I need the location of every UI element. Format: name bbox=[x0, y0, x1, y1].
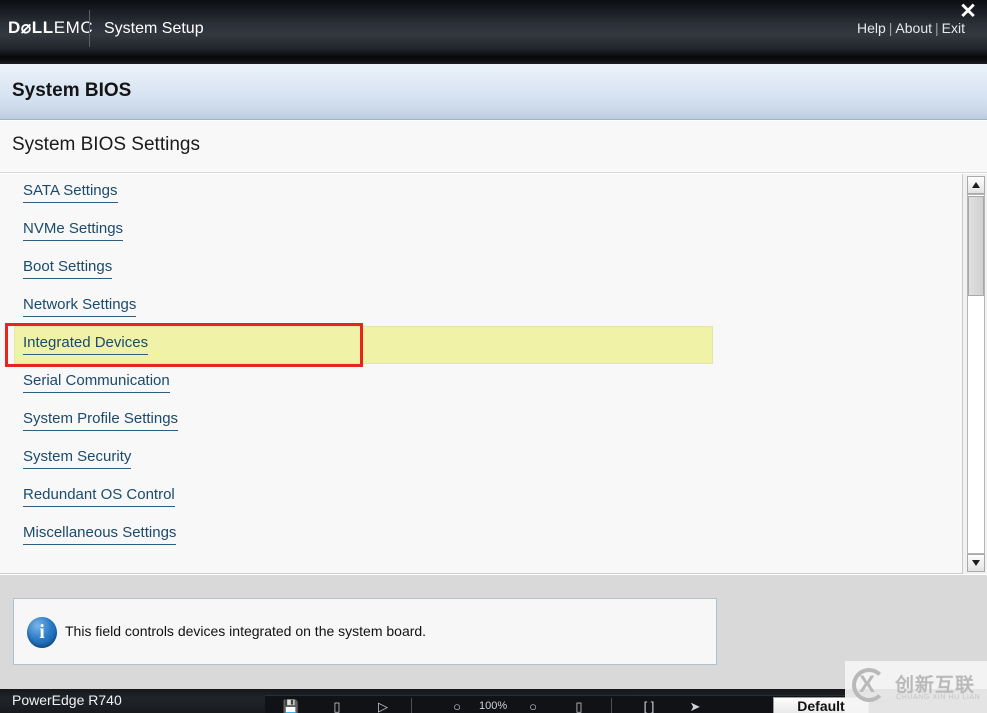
menu-row[interactable]: Miscellaneous Settings bbox=[0, 516, 962, 554]
menu-item-link[interactable]: NVMe Settings bbox=[23, 221, 124, 241]
help-box: i This field controls devices integrated… bbox=[13, 598, 717, 665]
menu-row[interactable]: SATA Settings bbox=[0, 174, 962, 212]
menu-item-link[interactable]: Miscellaneous Settings bbox=[23, 525, 177, 545]
circle-icon[interactable]: ○ bbox=[447, 699, 467, 713]
menu-row[interactable]: Boot Settings bbox=[0, 250, 962, 288]
info-icon: i bbox=[27, 617, 57, 648]
topbar-links: Help | About | Exit bbox=[857, 20, 965, 36]
menu-row[interactable]: Serial Communication bbox=[0, 364, 962, 402]
system-setup-window: D⌀LLEMC System Setup Help | About | Exit ✕ S… bbox=[0, 0, 987, 713]
menu-row[interactable]: Redundant OS Control bbox=[0, 478, 962, 516]
rect-icon[interactable]: ▯ bbox=[569, 699, 589, 713]
menu-item-link[interactable]: System Profile Settings bbox=[23, 411, 179, 431]
settings-menu-list: SATA Settings NVMe Settings Boot Settings N… bbox=[0, 174, 962, 574]
watermark-chinese-text: 创新互联 bbox=[895, 675, 976, 696]
page-title: System BIOS bbox=[12, 80, 132, 101]
system-model-label: PowerEdge R740 bbox=[12, 692, 122, 708]
about-link[interactable]: About bbox=[895, 20, 932, 36]
pointer-icon-2[interactable]: ➤ bbox=[685, 699, 705, 713]
scroll-down-arrow-icon[interactable] bbox=[967, 554, 985, 572]
menu-row[interactable]: Network Settings bbox=[0, 288, 962, 326]
page-header: System BIOS bbox=[0, 64, 987, 120]
menu-row[interactable]: NVMe Settings bbox=[0, 212, 962, 250]
link-separator-2: | bbox=[935, 20, 939, 36]
topbar-underline bbox=[0, 56, 987, 64]
toolbar-divider-1 bbox=[411, 698, 412, 713]
info-icon-glyph: i bbox=[39, 621, 45, 643]
save-icon[interactable]: 💾 bbox=[281, 699, 301, 713]
menu-item-link[interactable]: Integrated Devices bbox=[23, 335, 149, 355]
menu-item-link[interactable]: SATA Settings bbox=[23, 183, 118, 203]
emc-wordmark: EMC bbox=[53, 18, 94, 37]
circle-icon-2[interactable]: ○ bbox=[523, 699, 543, 713]
watermark-pinyin-text: CHUANG XIN HU LIAN bbox=[896, 694, 981, 701]
watermark: X 创新互联 CHUANG XIN HU LIAN bbox=[845, 661, 987, 713]
scroll-up-arrow-icon[interactable] bbox=[967, 176, 985, 194]
subtitle-band: System BIOS Settings bbox=[0, 121, 987, 173]
menu-item-link[interactable]: Serial Communication bbox=[23, 373, 170, 393]
menu-item-link[interactable]: Boot Settings bbox=[23, 259, 113, 279]
vertical-scrollbar[interactable] bbox=[962, 174, 987, 574]
dell-wordmark: D⌀LL bbox=[8, 18, 54, 37]
dell-emc-logo: D⌀LLEMC bbox=[8, 18, 93, 38]
watermark-x-letter: X bbox=[859, 671, 876, 698]
menu-row[interactable]: Integrated Devices bbox=[0, 323, 962, 367]
pointer-icon[interactable]: ▷ bbox=[373, 699, 393, 713]
menu-row[interactable]: System Security bbox=[0, 440, 962, 478]
toolbar-divider-2 bbox=[611, 698, 612, 713]
link-separator-1: | bbox=[888, 20, 893, 36]
help-text: This field controls devices integrated o… bbox=[65, 623, 427, 639]
menu-item-link[interactable]: Redundant OS Control bbox=[23, 487, 175, 507]
menu-item-link[interactable]: System Security bbox=[23, 449, 132, 469]
app-title: System Setup bbox=[104, 20, 204, 37]
window-icon[interactable]: ▯ bbox=[327, 699, 347, 713]
settings-content-area: SATA Settings NVMe Settings Boot Settings N… bbox=[0, 174, 987, 574]
menu-item-link[interactable]: Network Settings bbox=[23, 297, 137, 317]
help-link[interactable]: Help bbox=[857, 20, 886, 36]
topbar-divider bbox=[89, 10, 90, 47]
top-bar: D⌀LLEMC System Setup Help | About | Exit ✕ bbox=[0, 0, 987, 56]
help-band: i This field controls devices integrated… bbox=[0, 575, 987, 689]
scrollbar-thumb[interactable] bbox=[968, 196, 984, 296]
page-subtitle: System BIOS Settings bbox=[12, 134, 200, 155]
bracket-icon[interactable]: [ ] bbox=[639, 699, 659, 713]
close-icon[interactable]: ✕ bbox=[957, 1, 979, 23]
zoom-level-label: 100% bbox=[479, 700, 508, 712]
menu-row[interactable]: System Profile Settings bbox=[0, 402, 962, 440]
